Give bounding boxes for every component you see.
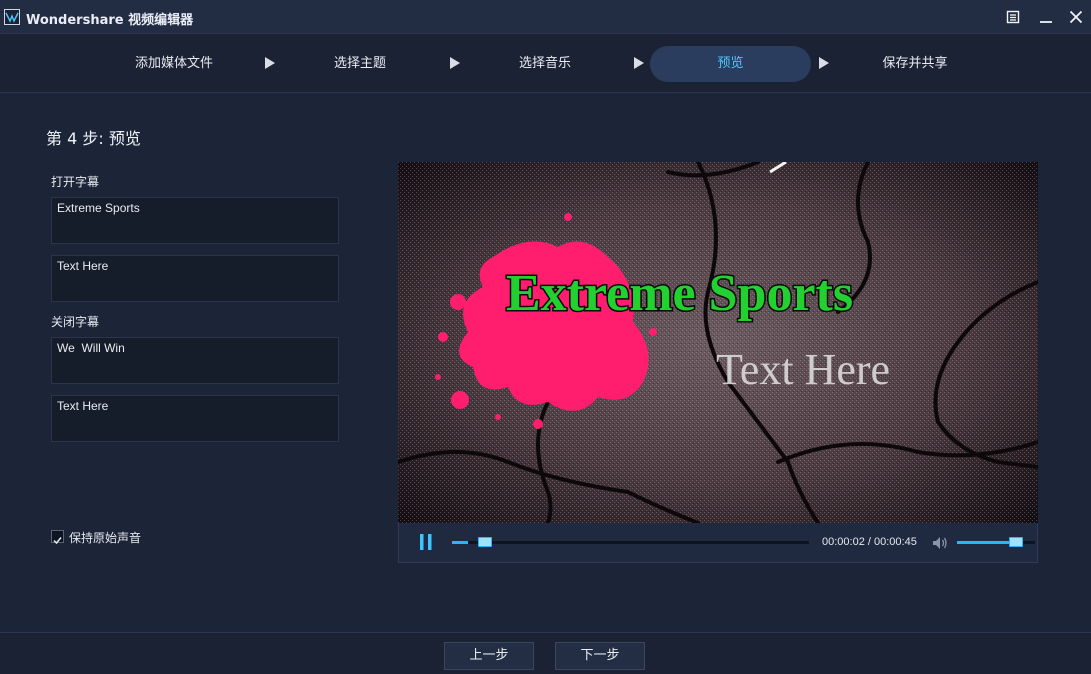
closing-caption-1-input[interactable]: We Will Win <box>51 337 339 384</box>
title-bar: Wondershare 视频编辑器 <box>0 0 1091 34</box>
volume-slider[interactable] <box>957 541 1035 544</box>
minimize-icon[interactable] <box>1037 8 1055 26</box>
closing-caption-2-input[interactable]: Text Here <box>51 395 339 442</box>
keep-audio-label: 保持原始声音 <box>69 531 142 545</box>
step-select-theme[interactable]: 选择主题 <box>320 46 400 82</box>
step-arrow-icon <box>819 57 829 69</box>
page-title: 第 4 步: 预览 <box>46 129 141 148</box>
step-preview[interactable]: 预览 <box>650 46 811 82</box>
footer-bar: 上一步 下一步 <box>0 632 1091 674</box>
volume-level <box>957 541 1016 544</box>
step-select-music[interactable]: 选择音乐 <box>505 46 585 82</box>
step-arrow-icon <box>265 57 275 69</box>
menu-icon[interactable] <box>1004 8 1022 26</box>
app-title: Wondershare 视频编辑器 <box>26 13 194 28</box>
checkmark-icon <box>53 537 62 545</box>
step-arrow-icon <box>634 57 644 69</box>
step-add-media[interactable]: 添加媒体文件 <box>124 46 224 82</box>
volume-handle[interactable] <box>1008 537 1023 547</box>
next-step-button[interactable]: 下一步 <box>555 642 645 670</box>
video-frame: Extreme Sports Text Here <box>398 162 1038 523</box>
step-navigation: 添加媒体文件 选择主题 选择音乐 预览 保存并共享 <box>0 34 1091 93</box>
time-display: 00:00:02 / 00:00:45 <box>822 536 917 548</box>
app-logo-icon <box>4 9 20 25</box>
seek-handle[interactable] <box>477 537 492 547</box>
pause-icon[interactable] <box>419 533 433 551</box>
opening-caption-2-input[interactable]: Text Here <box>51 255 339 302</box>
opening-captions-label: 打开字幕 <box>51 175 100 189</box>
previous-step-button[interactable]: 上一步 <box>444 642 534 670</box>
video-subtitle-text: Text Here <box>716 345 890 394</box>
video-preview[interactable]: Extreme Sports Text Here <box>398 162 1038 523</box>
keep-audio-checkbox[interactable] <box>51 530 64 545</box>
player-controls: 00:00:02 / 00:00:45 <box>398 523 1038 563</box>
closing-captions-label: 关闭字幕 <box>51 315 100 329</box>
step-arrow-icon <box>450 57 460 69</box>
opening-caption-1-input[interactable]: Extreme Sports <box>51 197 339 244</box>
close-icon[interactable] <box>1067 8 1085 26</box>
volume-icon[interactable] <box>931 535 949 551</box>
seek-progress <box>452 541 468 544</box>
video-title-text: Extreme Sports <box>506 265 853 322</box>
step-save-share[interactable]: 保存并共享 <box>870 46 960 82</box>
seek-bar[interactable] <box>452 541 809 544</box>
